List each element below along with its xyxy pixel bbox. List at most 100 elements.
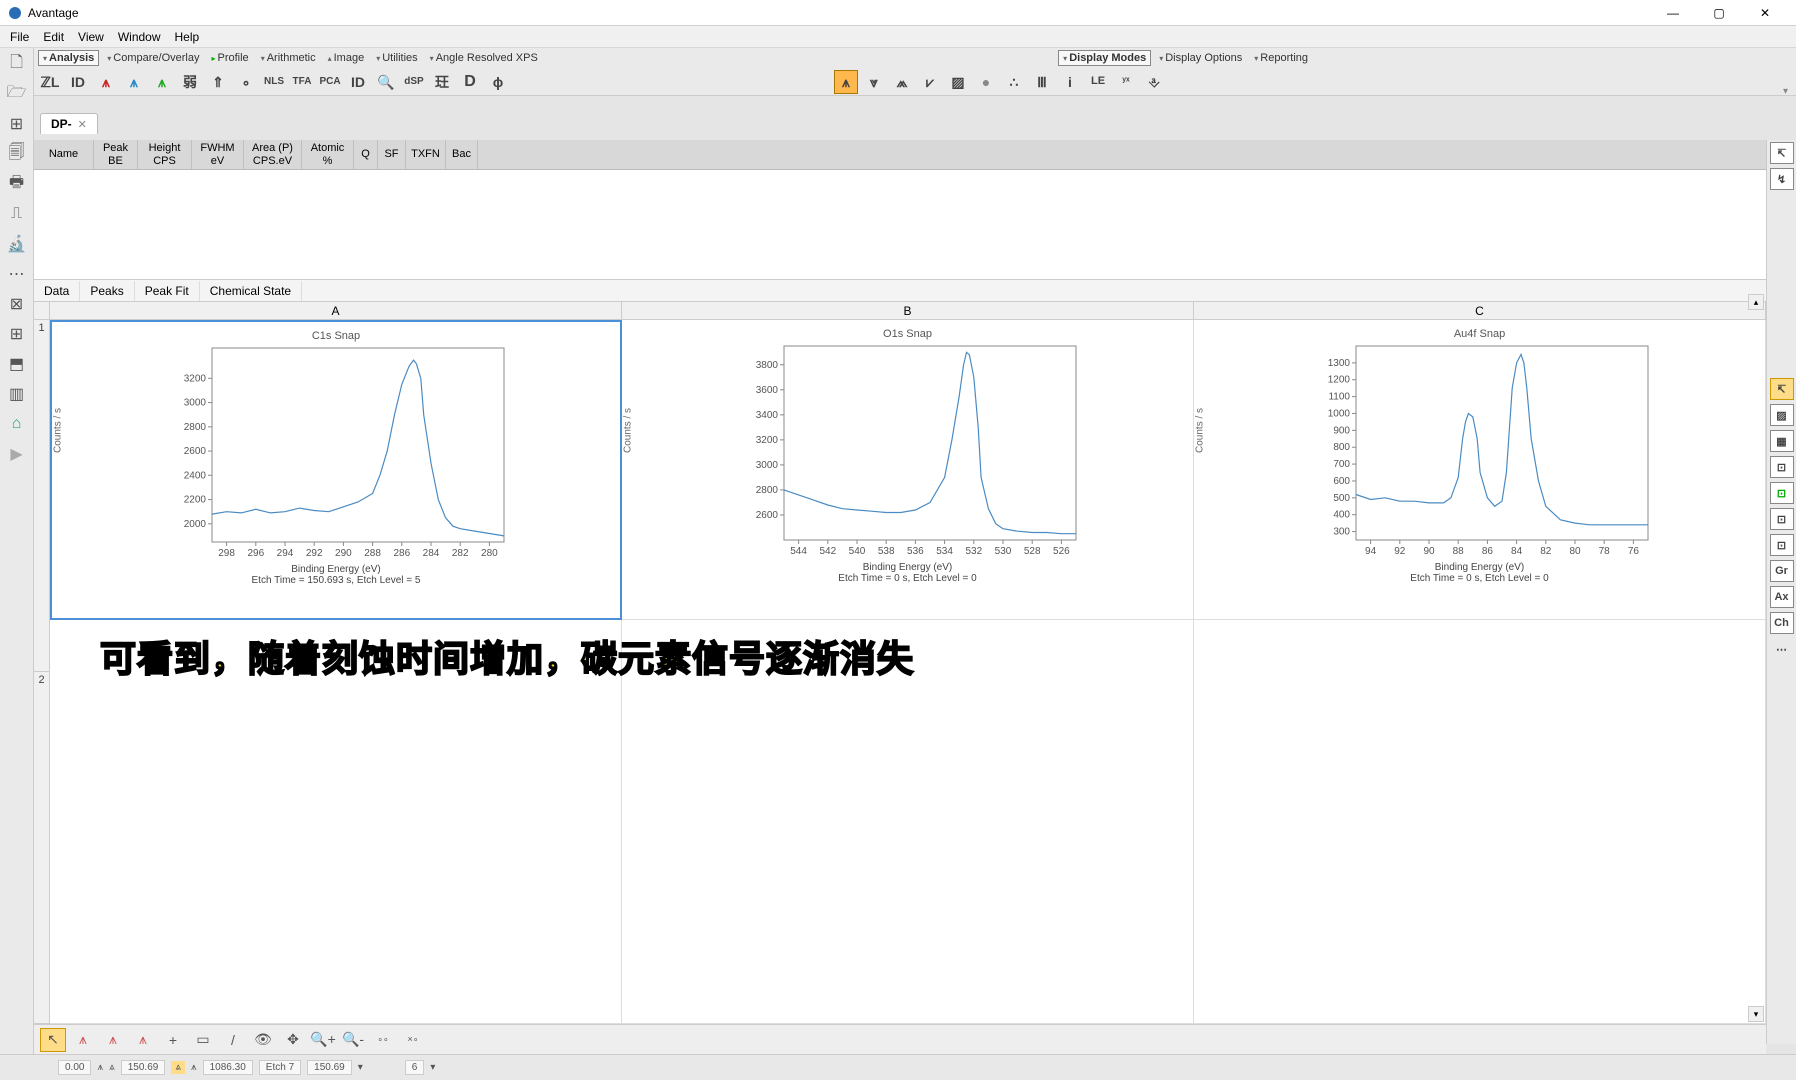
scroll-up-button[interactable]: ▴ [1748, 294, 1764, 310]
bottom-peak3-icon[interactable]: ⩚ [130, 1028, 156, 1052]
col-name[interactable]: Name [34, 140, 94, 169]
tool-icon-4[interactable]: ⩚ [150, 70, 174, 94]
left-print-icon[interactable]: 🖶 [5, 172, 29, 196]
tool-icon-7[interactable]: ∘ [234, 70, 258, 94]
bottom-dots-icon[interactable]: ∘∘ [370, 1028, 396, 1052]
cell-a1[interactable]: C1s SnapCounts / s2000220024002600280030… [50, 320, 622, 620]
right-btn-7[interactable]: ⊡ [1770, 508, 1794, 530]
bottom-peak2-icon[interactable]: ⩚ [100, 1028, 126, 1052]
column-header-a[interactable]: A [50, 302, 622, 319]
menu-edit[interactable]: Edit [37, 28, 70, 46]
tool-icon-0[interactable]: ℤL [38, 70, 62, 94]
subtab-peakfit[interactable]: Peak Fit [135, 281, 200, 301]
left-box2-icon[interactable]: ⊞ [5, 322, 29, 346]
minimize-button[interactable]: — [1650, 0, 1696, 26]
display-mode-10[interactable]: ʸˣ [1114, 70, 1138, 94]
left-new-icon[interactable]: 🗋 [5, 52, 29, 76]
menu-window[interactable]: Window [112, 28, 167, 46]
col-bac[interactable]: Bac [446, 140, 478, 169]
right-btn-ax[interactable]: Ax [1770, 586, 1794, 608]
left-grid-icon[interactable]: ⊞ [5, 112, 29, 136]
tool-icon-15[interactable]: D [458, 70, 482, 94]
col-atomic[interactable]: Atomic% [302, 140, 354, 169]
row-header-2[interactable]: 2 [34, 672, 49, 1024]
right-btn-1[interactable]: ↯ [1770, 168, 1794, 190]
bottom-eye-icon[interactable]: 👁 [250, 1028, 276, 1052]
tool-icon-2[interactable]: ⩚ [94, 70, 118, 94]
right-btn-3[interactable]: ▨ [1770, 404, 1794, 426]
col-area[interactable]: Area (P)CPS.eV [244, 140, 302, 169]
display-mode-9[interactable]: LE [1086, 70, 1110, 94]
right-btn-6[interactable]: ⊡ [1770, 482, 1794, 504]
tool-icon-8[interactable]: NLS [262, 70, 286, 94]
status-drop2-icon[interactable]: ▾ [430, 1062, 435, 1073]
status-step2-icon[interactable]: ⩚ [191, 1062, 197, 1073]
document-tab-close-icon[interactable]: ✕ [78, 118, 87, 131]
display-mode-2[interactable]: ⩕ [890, 70, 914, 94]
tool-icon-1[interactable]: ID [66, 70, 90, 94]
cell-c1[interactable]: Au4f SnapCounts / s300400500600700800900… [1194, 320, 1766, 620]
left-spectrum-icon[interactable]: ⎍ [5, 202, 29, 226]
col-sf[interactable]: SF [378, 140, 406, 169]
tool-icon-12[interactable]: 🔍 [374, 70, 398, 94]
right-btn-gr[interactable]: Gr [1770, 560, 1794, 582]
col-txfn[interactable]: TXFN [406, 140, 446, 169]
status-next-icon[interactable]: ⩓ [109, 1062, 115, 1073]
bottom-peak1-icon[interactable]: ⩚ [70, 1028, 96, 1052]
toolgroup-utilities[interactable]: ▾Utilities [372, 51, 421, 65]
subtab-peaks[interactable]: Peaks [80, 281, 134, 301]
display-mode-8[interactable]: i [1058, 70, 1082, 94]
bottom-cross-icon[interactable]: + [160, 1028, 186, 1052]
close-button[interactable]: ✕ [1742, 0, 1788, 26]
toolbar-overflow-icon[interactable]: ▾ [1783, 86, 1788, 97]
tool-icon-16[interactable]: ɸ [486, 70, 510, 94]
right-btn-4[interactable]: ▦ [1770, 430, 1794, 452]
right-btn-5[interactable]: ⊡ [1770, 456, 1794, 478]
display-mode-7[interactable]: Ⅲ [1030, 70, 1054, 94]
tool-icon-13[interactable]: dSP [402, 70, 426, 94]
bottom-xdot-icon[interactable]: ×∘ [400, 1028, 426, 1052]
left-copy-icon[interactable]: 🗐 [5, 142, 29, 166]
col-fwhm[interactable]: FWHMeV [192, 140, 244, 169]
toolgroup-analysis[interactable]: ▾Analysis [38, 50, 99, 66]
left-play-icon[interactable]: ▶ [5, 442, 29, 466]
document-tab[interactable]: DP- ✕ [40, 113, 98, 134]
left-open-icon[interactable]: 🗁 [5, 82, 29, 106]
bottom-zoomout-icon[interactable]: 🔍- [340, 1028, 366, 1052]
toolgroup-display-modes[interactable]: ▾Display Modes [1058, 50, 1151, 66]
subtab-data[interactable]: Data [34, 281, 80, 301]
toolgroup-image[interactable]: ▴Image [324, 51, 369, 65]
bottom-zoomin-icon[interactable]: 🔍+ [310, 1028, 336, 1052]
menu-view[interactable]: View [72, 28, 110, 46]
display-mode-5[interactable]: ● [974, 70, 998, 94]
toolgroup-display-options[interactable]: ▾Display Options [1155, 51, 1246, 65]
column-header-c[interactable]: C [1194, 302, 1766, 319]
right-btn-0[interactable]: ↸ [1770, 142, 1794, 164]
tool-icon-5[interactable]: 弱 [178, 70, 202, 94]
tool-icon-6[interactable]: ⇑ [206, 70, 230, 94]
tool-icon-10[interactable]: PCA [318, 70, 342, 94]
left-tree-icon[interactable]: ⬒ [5, 352, 29, 376]
tool-icon-11[interactable]: ID [346, 70, 370, 94]
tool-icon-3[interactable]: ⩚ [122, 70, 146, 94]
left-layout-icon[interactable]: ▥ [5, 382, 29, 406]
col-height[interactable]: HeightCPS [138, 140, 192, 169]
status-drop-icon[interactable]: ▾ [358, 1062, 363, 1073]
tool-icon-14[interactable]: 玨 [430, 70, 454, 94]
cell-c2[interactable] [1194, 620, 1766, 1024]
toolgroup-reporting[interactable]: ▾Reporting [1250, 51, 1312, 65]
bottom-cursor-icon[interactable]: ↖ [40, 1028, 66, 1052]
col-q[interactable]: Q [354, 140, 378, 169]
row-header-1[interactable]: 1 [34, 320, 49, 672]
bottom-pan-icon[interactable]: ✥ [280, 1028, 306, 1052]
menu-file[interactable]: File [4, 28, 35, 46]
col-peak[interactable]: PeakBE [94, 140, 138, 169]
subtab-chemstate[interactable]: Chemical State [200, 281, 302, 301]
left-home-icon[interactable]: ⌂ [5, 412, 29, 436]
toolgroup-angle[interactable]: ▾Angle Resolved XPS [426, 51, 542, 65]
display-mode-1[interactable]: ⩔ [862, 70, 886, 94]
bottom-line-icon[interactable]: / [220, 1028, 246, 1052]
toolgroup-profile[interactable]: ▸Profile [207, 51, 252, 65]
cell-b1[interactable]: O1s SnapCounts / s2600280030003200340036… [622, 320, 1194, 620]
tool-icon-9[interactable]: TFA [290, 70, 314, 94]
